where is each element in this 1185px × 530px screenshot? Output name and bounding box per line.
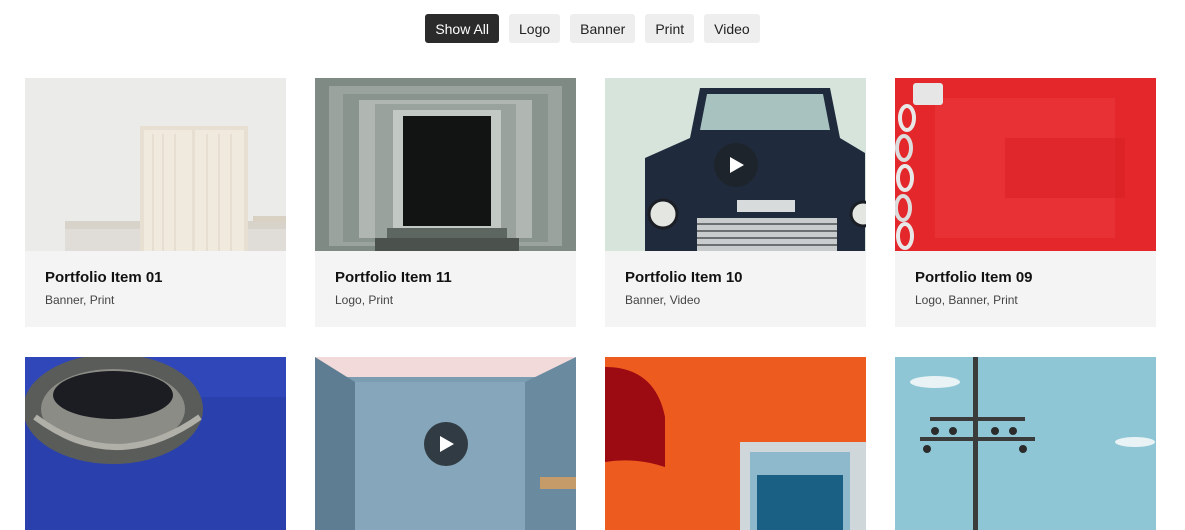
portfolio-thumbnail[interactable]	[25, 78, 286, 251]
card-title[interactable]: Portfolio Item 09	[915, 269, 1136, 286]
play-icon[interactable]	[423, 421, 468, 466]
card-categories: Logo, Print	[335, 293, 394, 307]
card-info: Portfolio Item 09 Logo, Banner, Print	[895, 251, 1156, 327]
card-title[interactable]: Portfolio Item 11	[335, 269, 556, 286]
card-title[interactable]: Portfolio Item 10	[625, 269, 846, 286]
portfolio-card[interactable]	[25, 357, 286, 530]
portfolio-card[interactable]: Portfolio Item 10 Banner, Video	[605, 78, 866, 327]
card-categories: Banner, Print	[45, 293, 115, 307]
filter-print-button[interactable]: Print	[645, 14, 695, 43]
portfolio-thumbnail[interactable]	[605, 78, 866, 251]
portfolio-thumbnail[interactable]	[315, 78, 576, 251]
portfolio-card[interactable]	[895, 357, 1156, 530]
portfolio-card[interactable]: Portfolio Item 01 Banner, Print	[25, 78, 286, 327]
portfolio-card[interactable]: Portfolio Item 11 Logo, Print	[315, 78, 576, 327]
portfolio-thumbnail[interactable]	[315, 357, 576, 530]
portfolio-thumbnail[interactable]	[25, 357, 286, 530]
portfolio-card[interactable]: Portfolio Item 09 Logo, Banner, Print	[895, 78, 1156, 327]
card-categories: Banner, Video	[625, 293, 701, 307]
filter-banner-button[interactable]: Banner	[570, 14, 636, 43]
portfolio-thumbnail[interactable]	[605, 357, 866, 530]
portfolio-card[interactable]	[605, 357, 866, 530]
portfolio-card[interactable]	[315, 357, 576, 530]
filter-show-all-button[interactable]: Show All	[425, 14, 500, 43]
portfolio-thumbnail[interactable]	[895, 78, 1156, 251]
portfolio-thumbnail[interactable]	[895, 357, 1156, 530]
card-info: Portfolio Item 01 Banner, Print	[25, 251, 286, 327]
card-title[interactable]: Portfolio Item 01	[45, 269, 266, 286]
play-icon[interactable]	[713, 142, 758, 187]
filter-logo-button[interactable]: Logo	[509, 14, 561, 43]
card-info: Portfolio Item 10 Banner, Video	[605, 251, 866, 327]
card-info: Portfolio Item 11 Logo, Print	[315, 251, 576, 327]
card-categories: Logo, Banner, Print	[915, 293, 1018, 307]
filter-video-button[interactable]: Video	[704, 14, 760, 43]
filter-bar: Show All Logo Banner Print Video	[0, 14, 1185, 43]
